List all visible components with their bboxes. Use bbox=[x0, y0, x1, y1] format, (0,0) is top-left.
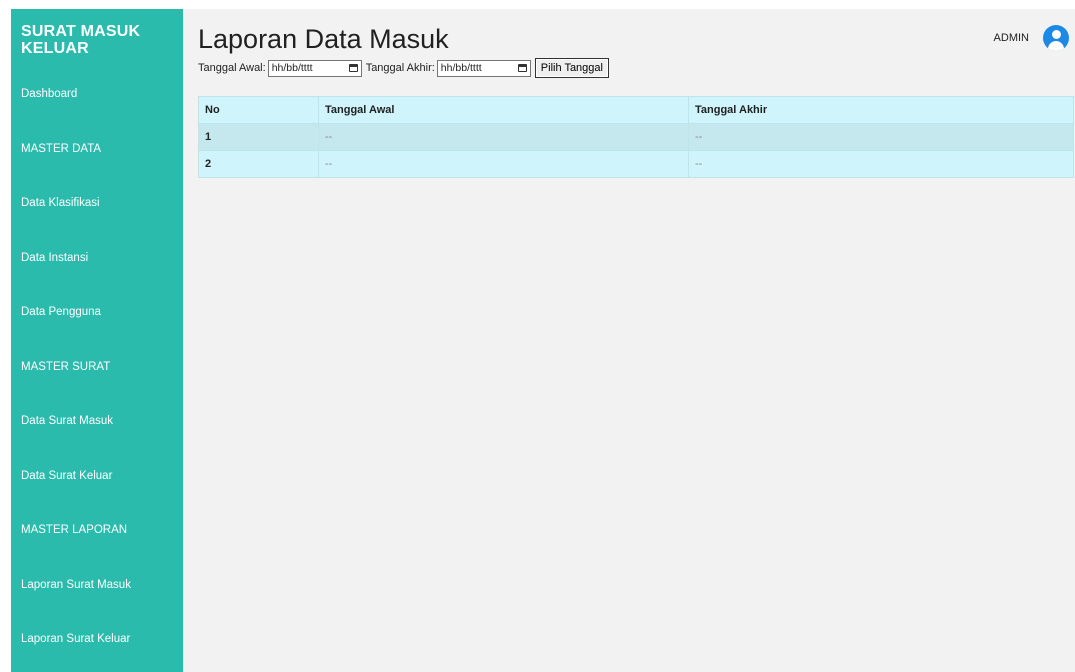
end-date-value: hh/bb/tttt bbox=[440, 62, 482, 74]
cell-no: 1 bbox=[198, 123, 319, 151]
end-date-input[interactable]: hh/bb/tttt bbox=[436, 59, 531, 77]
column-header-tanggal-akhir: Tanggal Akhir bbox=[688, 96, 1074, 124]
table-row: 1 -- -- bbox=[198, 123, 1074, 151]
avatar-icon[interactable] bbox=[1043, 25, 1069, 51]
sidebar-item-laporan-surat-masuk[interactable]: Laporan Surat Masuk bbox=[21, 558, 183, 613]
start-date-input[interactable]: hh/bb/tttt bbox=[267, 59, 362, 77]
calendar-icon[interactable] bbox=[517, 64, 527, 72]
page-title: Laporan Data Masuk bbox=[198, 24, 449, 54]
main-content: ADMIN Laporan Data Masuk Tanggal Awal: h… bbox=[183, 9, 1075, 672]
report-table: No Tanggal Awal Tanggal Akhir 1 -- -- 2 … bbox=[198, 96, 1074, 178]
cell-tanggal-awal: -- bbox=[318, 150, 689, 178]
brand-title: SURAT MASUK KELUAR bbox=[21, 23, 141, 57]
cell-tanggal-akhir: -- bbox=[688, 150, 1074, 178]
table-header-row: No Tanggal Awal Tanggal Akhir bbox=[198, 96, 1074, 124]
sidebar-item-data-surat-keluar[interactable]: Data Surat Keluar bbox=[21, 449, 183, 504]
calendar-icon[interactable] bbox=[348, 64, 358, 72]
column-header-tanggal-awal: Tanggal Awal bbox=[318, 96, 689, 124]
cell-no: 2 bbox=[198, 150, 319, 178]
sidebar-item-data-instansi[interactable]: Data Instansi bbox=[21, 231, 183, 286]
end-date-label: Tanggal Akhir: bbox=[365, 62, 435, 74]
start-date-value: hh/bb/tttt bbox=[271, 62, 313, 74]
sidebar-item-data-pengguna[interactable]: Data Pengguna bbox=[21, 285, 183, 340]
sidebar-item-data-surat-masuk[interactable]: Data Surat Masuk bbox=[21, 394, 183, 449]
app-frame: SURAT MASUK KELUAR Dashboard MASTER DATA… bbox=[11, 9, 1075, 672]
sidebar-item-master-data[interactable]: MASTER DATA bbox=[21, 122, 183, 177]
sidebar-item-data-klasifikasi[interactable]: Data Klasifikasi bbox=[21, 176, 183, 231]
sidebar-item-dashboard[interactable]: Dashboard bbox=[21, 67, 183, 122]
start-date-label: Tanggal Awal: bbox=[198, 62, 266, 74]
cell-tanggal-awal: -- bbox=[318, 123, 689, 151]
user-menu[interactable]: ADMIN bbox=[994, 25, 1069, 51]
sidebar-item-master-laporan[interactable]: MASTER LAPORAN bbox=[21, 503, 183, 558]
table-row: 2 -- -- bbox=[198, 150, 1074, 178]
sidebar-item-master-surat[interactable]: MASTER SURAT bbox=[21, 340, 183, 395]
cell-tanggal-akhir: -- bbox=[688, 123, 1074, 151]
sidebar: SURAT MASUK KELUAR Dashboard MASTER DATA… bbox=[11, 9, 183, 672]
user-label: ADMIN bbox=[993, 32, 1029, 44]
column-header-no: No bbox=[198, 96, 319, 124]
date-filter: Tanggal Awal: hh/bb/tttt Tanggal Akhir: … bbox=[198, 58, 1075, 78]
pilih-tanggal-button[interactable]: Pilih Tanggal bbox=[534, 58, 609, 78]
sidebar-item-laporan-surat-keluar[interactable]: Laporan Surat Keluar bbox=[21, 612, 183, 667]
